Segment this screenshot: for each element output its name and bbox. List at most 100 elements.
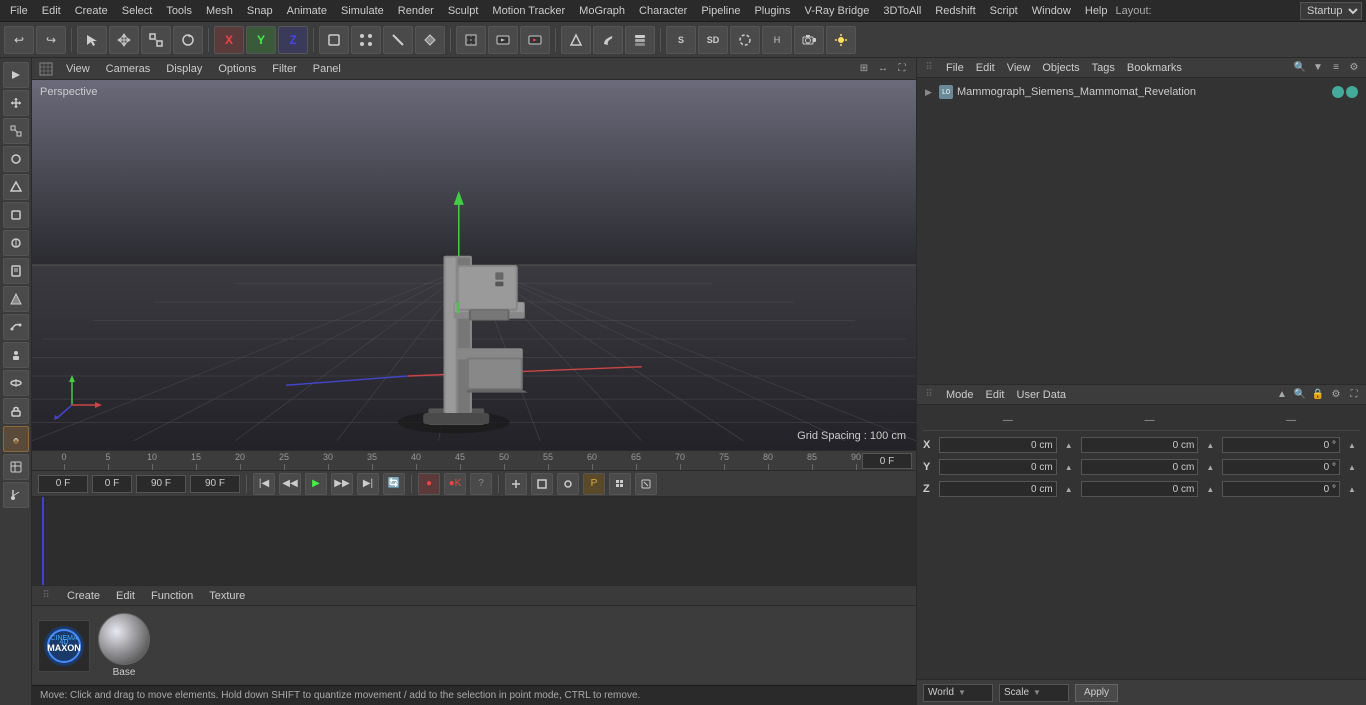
x-axis-button[interactable]: X	[214, 26, 244, 54]
start-frame-input[interactable]	[38, 475, 88, 493]
om-expand-icon[interactable]: ▶	[925, 87, 935, 98]
rotate-tool-button[interactable]	[173, 26, 203, 54]
timeline-ruler[interactable]: 051015202530354045505560657075808590 0 F	[32, 451, 916, 471]
sidebar-arrow-btn[interactable]	[3, 62, 29, 88]
transport-btn-view[interactable]	[635, 473, 657, 495]
attr-size-y-field[interactable]: 0 cm	[1081, 459, 1199, 475]
material-menu-texture[interactable]: Texture	[206, 590, 248, 602]
attr-rot-y-field[interactable]: 0 °	[1222, 459, 1340, 475]
om-filter-icon[interactable]: ▼	[1310, 60, 1326, 76]
play-button[interactable]: ▶	[305, 473, 327, 495]
attr-rot-z-field[interactable]: 0 °	[1222, 481, 1340, 497]
layer-btn[interactable]	[625, 26, 655, 54]
vp-icon-link[interactable]: ↔	[875, 61, 891, 77]
attr-settings-icon[interactable]: ⚙	[1328, 387, 1344, 403]
material-menu-function[interactable]: Function	[148, 590, 196, 602]
world-dropdown[interactable]: World ▼	[923, 684, 993, 702]
attr-size-x-field[interactable]: 0 cm	[1081, 437, 1199, 453]
timeline-track[interactable]	[32, 497, 916, 585]
scale-dropdown[interactable]: Scale ▼	[999, 684, 1069, 702]
menu-character[interactable]: Character	[633, 3, 693, 19]
menu-3dtoall[interactable]: 3DToAll	[877, 3, 927, 19]
end-frame2-input[interactable]	[190, 475, 240, 493]
om-object-row[interactable]: ▶ L0 Mammograph_Siemens_Mammomat_Revelat…	[921, 82, 1362, 102]
menu-render[interactable]: Render	[392, 3, 440, 19]
sidebar-scale-btn[interactable]	[3, 118, 29, 144]
menu-file[interactable]: File	[4, 3, 34, 19]
om-render-btn[interactable]	[1346, 86, 1358, 98]
transport-btn-box[interactable]	[531, 473, 553, 495]
menu-window[interactable]: Window	[1026, 3, 1077, 19]
end-frame-input[interactable]	[136, 475, 186, 493]
sidebar-btn-6[interactable]	[3, 202, 29, 228]
render-region-button[interactable]	[456, 26, 486, 54]
attr-rot-x-field[interactable]: 0 °	[1222, 437, 1340, 453]
om-layers-icon[interactable]: ≡	[1328, 60, 1344, 76]
help-button[interactable]: ?	[470, 473, 492, 495]
sidebar-btn-13[interactable]	[3, 398, 29, 424]
light-btn[interactable]	[826, 26, 856, 54]
sidebar-btn-5[interactable]	[3, 174, 29, 200]
start-frame2-input[interactable]	[92, 475, 132, 493]
attr-expand-icon[interactable]: ⛶	[1346, 387, 1362, 403]
vp-menu-filter[interactable]: Filter	[268, 63, 300, 75]
hair-btn[interactable]: H	[762, 26, 792, 54]
deform-btn[interactable]	[730, 26, 760, 54]
sidebar-btn-10[interactable]	[3, 314, 29, 340]
vp-menu-view[interactable]: View	[62, 63, 94, 75]
redo-button[interactable]: ↪	[36, 26, 66, 54]
attr-rot-x-arrow[interactable]: ▲	[1344, 437, 1360, 453]
attr-search-icon[interactable]: 🔍	[1292, 387, 1308, 403]
loop-button[interactable]: 🔄	[383, 473, 405, 495]
attr-pos-x-field[interactable]: 0 cm	[939, 437, 1057, 453]
sidebar-btn-16[interactable]	[3, 482, 29, 508]
om-menu-file[interactable]: File	[943, 62, 967, 74]
record-button[interactable]: ●	[418, 473, 440, 495]
menu-simulate[interactable]: Simulate	[335, 3, 390, 19]
menu-redshift[interactable]: Redshift	[929, 3, 981, 19]
attr-size-x-arrow[interactable]: ▲	[1202, 437, 1218, 453]
sidebar-btn-11[interactable]	[3, 342, 29, 368]
menu-create[interactable]: Create	[69, 3, 114, 19]
edges-mode-button[interactable]	[383, 26, 413, 54]
material-menu-create[interactable]: Create	[64, 590, 103, 602]
attr-pos-z-arrow[interactable]: ▲	[1061, 481, 1077, 497]
poly-mode-button[interactable]	[415, 26, 445, 54]
y-axis-button[interactable]: Y	[246, 26, 276, 54]
transport-btn-rotate[interactable]	[557, 473, 579, 495]
menu-mograph[interactable]: MoGraph	[573, 3, 631, 19]
om-menu-view[interactable]: View	[1004, 62, 1034, 74]
attr-menu-mode[interactable]: Mode	[943, 389, 977, 401]
attr-size-z-arrow[interactable]: ▲	[1202, 481, 1218, 497]
om-menu-edit[interactable]: Edit	[973, 62, 998, 74]
sidebar-btn-12[interactable]	[3, 370, 29, 396]
om-search-icon[interactable]: 🔍	[1292, 60, 1308, 76]
camera-btn[interactable]	[794, 26, 824, 54]
menu-vray[interactable]: V-Ray Bridge	[799, 3, 876, 19]
vp-icon-expand[interactable]: ⊞	[856, 61, 872, 77]
material-sphere[interactable]	[98, 613, 150, 665]
om-visible-btn[interactable]	[1332, 86, 1344, 98]
menu-animate[interactable]: Animate	[281, 3, 333, 19]
subdivide-btn[interactable]: SD	[698, 26, 728, 54]
sidebar-move-btn[interactable]	[3, 90, 29, 116]
perspective-btn[interactable]	[561, 26, 591, 54]
menu-script[interactable]: Script	[984, 3, 1024, 19]
attr-pos-z-field[interactable]: 0 cm	[939, 481, 1057, 497]
menu-sculpt[interactable]: Sculpt	[442, 3, 485, 19]
next-frame-button[interactable]: ▶▶	[331, 473, 353, 495]
vp-menu-display[interactable]: Display	[162, 63, 206, 75]
transport-btn-grid[interactable]	[609, 473, 631, 495]
menu-snap[interactable]: Snap	[241, 3, 279, 19]
om-menu-objects[interactable]: Objects	[1039, 62, 1082, 74]
attr-size-y-arrow[interactable]: ▲	[1202, 459, 1218, 475]
attr-size-z-field[interactable]: 0 cm	[1081, 481, 1199, 497]
menu-help[interactable]: Help	[1079, 3, 1114, 19]
undo-button[interactable]: ↩	[4, 26, 34, 54]
om-menu-bookmarks[interactable]: Bookmarks	[1124, 62, 1185, 74]
sidebar-btn-7[interactable]	[3, 230, 29, 256]
vp-menu-options[interactable]: Options	[214, 63, 260, 75]
points-mode-button[interactable]	[351, 26, 381, 54]
sidebar-btn-15[interactable]	[3, 454, 29, 480]
viewport-grid-icon[interactable]	[38, 61, 54, 77]
